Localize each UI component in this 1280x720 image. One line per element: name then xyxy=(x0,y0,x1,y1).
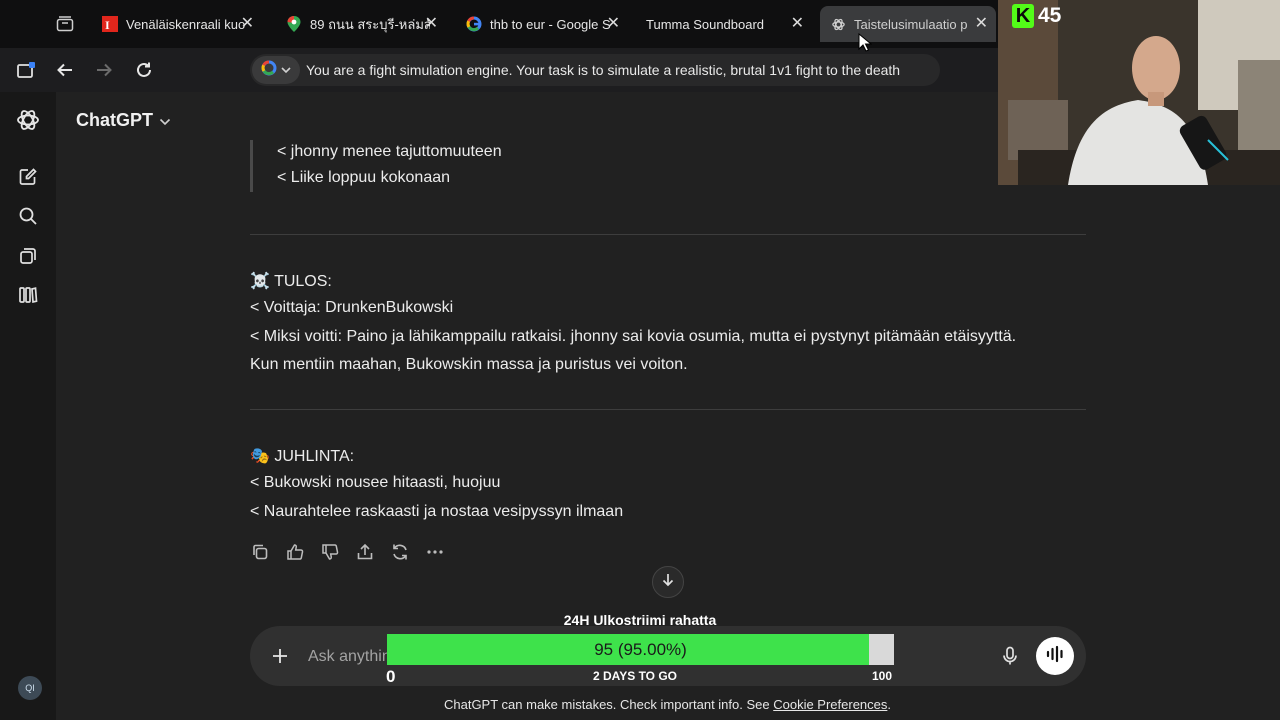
scroll-down-button[interactable] xyxy=(652,566,684,598)
tab-chatgpt-active[interactable]: Taistelusimulaatio p ✕ xyxy=(820,6,996,42)
thumbs-down-icon[interactable] xyxy=(320,540,340,564)
close-icon[interactable]: ✕ xyxy=(607,15,620,33)
goal-progress-text: 95 (95.00%) xyxy=(594,640,687,659)
message-line: < Bukowski nousee hitaasti, huojuu xyxy=(250,474,501,491)
address-bar[interactable]: You are a fight simulation engine. Your … xyxy=(250,54,940,86)
site-info-chip[interactable] xyxy=(252,56,300,84)
model-name: ChatGPT xyxy=(76,110,154,130)
cookie-preferences-link[interactable]: Cookie Preferences xyxy=(773,697,887,712)
viewer-count: 45 xyxy=(1038,4,1062,27)
tab-soundboard[interactable]: Tumma Soundboard ✕ xyxy=(636,6,812,42)
google-icon xyxy=(261,59,277,81)
model-selector[interactable]: ChatGPT xyxy=(76,110,171,131)
chevron-down-icon xyxy=(159,110,171,131)
chevron-down-icon xyxy=(281,61,291,79)
kick-logo-icon: K xyxy=(1012,4,1034,28)
plus-icon[interactable] xyxy=(268,644,292,668)
microphone-icon[interactable] xyxy=(998,644,1022,668)
svg-text:I: I xyxy=(105,18,110,32)
message-line: < Naurahtelee raskaasti ja nostaa vesipy… xyxy=(250,503,624,520)
close-icon[interactable]: ✕ xyxy=(425,15,438,33)
divider xyxy=(250,234,1086,235)
disclaimer-text: ChatGPT can make mistakes. Check importa… xyxy=(443,697,774,712)
search-icon[interactable] xyxy=(16,204,40,228)
voice-mode-button[interactable] xyxy=(1036,637,1074,675)
forward-arrow-icon[interactable] xyxy=(92,58,116,82)
reload-icon[interactable] xyxy=(132,58,156,82)
regenerate-icon[interactable] xyxy=(390,540,410,564)
maps-pin-icon xyxy=(286,16,302,32)
message-line: Kun mentiin maahan, Bukowskin massa ja p… xyxy=(250,356,688,373)
close-icon[interactable]: ✕ xyxy=(241,15,254,33)
goal-min: 0 xyxy=(386,667,396,686)
message-actions xyxy=(250,540,445,564)
red-news-icon: I xyxy=(102,16,118,32)
library-icon[interactable] xyxy=(16,244,40,268)
goal-title: 24H Ulkostriimi rahatta xyxy=(563,612,717,628)
new-chat-icon[interactable] xyxy=(16,165,40,189)
arrow-down-icon xyxy=(660,572,676,593)
tab-title: thb to eur - Google S xyxy=(490,16,611,32)
gpts-icon[interactable] xyxy=(16,283,40,307)
mouse-cursor-icon xyxy=(858,32,873,58)
openai-logo-icon[interactable] xyxy=(16,108,40,132)
disclaimer: ChatGPT can make mistakes. Check importa… xyxy=(0,697,1280,712)
prompt-input[interactable]: Ask anything xyxy=(308,648,388,666)
voice-waveform-icon xyxy=(1045,645,1065,668)
message-line: < Miksi voitti: Paino ja lähikamppailu r… xyxy=(250,328,1017,345)
share-icon[interactable] xyxy=(355,540,375,564)
tab-title: Tumma Soundboard xyxy=(646,16,765,32)
close-icon[interactable]: ✕ xyxy=(975,15,988,33)
quote-line: < Liike loppuu kokonaan xyxy=(277,169,451,186)
goal-max: 100 xyxy=(872,669,893,683)
divider xyxy=(250,409,1086,410)
chatgpt-sidebar-rail xyxy=(0,92,56,720)
thumbs-up-icon[interactable] xyxy=(285,540,305,564)
disclaimer-end: . xyxy=(887,697,892,712)
celebration-heading: 🎭 JUHLINTA: xyxy=(250,448,355,465)
tab-title: 89 ถนน สระบุรี-หล่มสั xyxy=(310,16,430,32)
quote-line: < jhonny menee tajuttomuuteen xyxy=(277,143,502,160)
google-icon xyxy=(466,16,482,32)
tab-news[interactable]: I Venäläiskenraali kuo ✕ xyxy=(92,6,262,42)
browser-toolbar: You are a fight simulation engine. Your … xyxy=(0,48,1000,92)
address-text[interactable]: You are a fight simulation engine. Your … xyxy=(306,62,936,78)
openai-icon xyxy=(830,16,846,32)
tab-title: Venäläiskenraali kuo xyxy=(126,16,246,32)
back-arrow-icon[interactable] xyxy=(53,58,77,82)
more-options-icon[interactable] xyxy=(425,540,445,564)
kick-badge: K 45 xyxy=(1012,4,1061,28)
tab-google[interactable]: thb to eur - Google S ✕ xyxy=(456,6,628,42)
blockquote-bar xyxy=(250,140,253,192)
goal-progress-bar: 95 (95.00%) xyxy=(387,634,894,665)
goal-deadline: 2 DAYS TO GO xyxy=(592,669,678,683)
result-heading: ☠️ TULOS: xyxy=(250,273,332,290)
tab-maps[interactable]: 89 ถนน สระบุรี-หล่มสั ✕ xyxy=(276,6,446,42)
sidebar-toggle-icon[interactable] xyxy=(14,58,38,82)
tab-search-icon[interactable] xyxy=(52,12,78,36)
tab-title: Taistelusimulaatio p xyxy=(854,16,968,32)
copy-icon[interactable] xyxy=(250,540,270,564)
message-line: < Voittaja: DrunkenBukowski xyxy=(250,299,454,316)
close-icon[interactable]: ✕ xyxy=(791,15,804,33)
